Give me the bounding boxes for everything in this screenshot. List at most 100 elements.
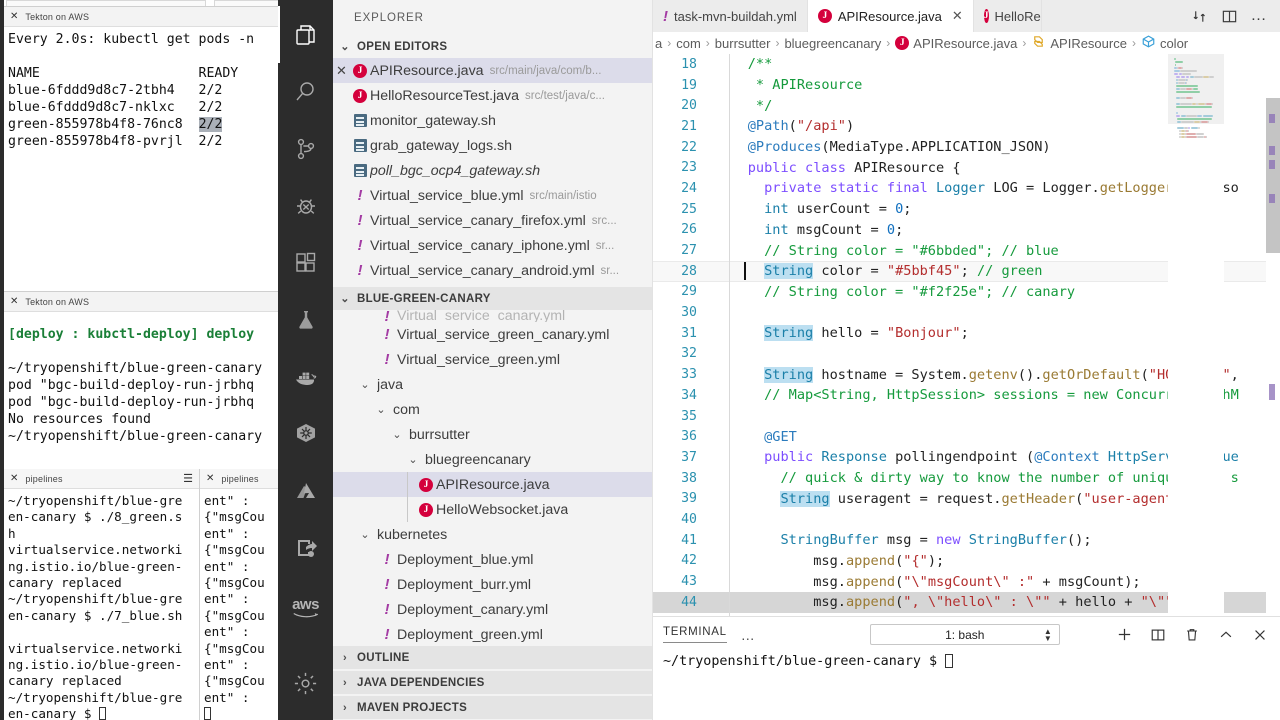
folder-name: com	[393, 401, 420, 418]
split-editor-icon[interactable]	[1216, 1, 1242, 31]
split-compare-icon[interactable]	[1186, 1, 1212, 31]
java-file-icon: J	[983, 9, 989, 23]
token: ;	[960, 263, 977, 280]
tree-item-vs-canary[interactable]: ! Virtual_service_canary.yml	[333, 310, 652, 322]
token: public	[764, 449, 814, 466]
minimap-line-segment	[1186, 82, 1187, 84]
code-editor[interactable]: 18 /** 19 * APIResource 20 */21 @Path("/ap…	[653, 54, 1280, 616]
section-open-editors[interactable]: ⌄ OPEN EDITORS	[333, 35, 652, 58]
tree-file-deployment-canary[interactable]: ! Deployment_canary.yml	[333, 597, 652, 622]
token: "\"msgCount\" :"	[903, 573, 1035, 590]
breadcrumb-item-1[interactable]: com	[676, 36, 701, 51]
kill-terminal-icon[interactable]	[1182, 625, 1202, 645]
file-name: APIResource.java	[370, 62, 484, 79]
terminal-output[interactable]: ~/tryopenshift/blue-green-canary $	[653, 652, 1280, 720]
terminal-window-pipelines-right[interactable]: ✕ pipelines ent" : {"msgCou ent" : {"msg…	[200, 469, 278, 720]
tab-terminal[interactable]: TERMINAL	[663, 626, 727, 643]
editor-scrollbar[interactable]	[1266, 54, 1280, 616]
test-beaker-icon[interactable]	[278, 291, 333, 348]
close-panel-icon[interactable]	[1250, 625, 1270, 645]
remote-explorer-icon[interactable]	[278, 519, 333, 576]
terminal-output: ~/tryopenshift/blue-gre en-canary $ ./8_…	[8, 493, 183, 720]
tree-file-deployment-blue[interactable]: ! Deployment_blue.yml	[333, 547, 652, 572]
tree-folder-kubernetes[interactable]: ⌄ kubernetes	[333, 522, 652, 547]
scrollbar-marker	[1269, 194, 1275, 203]
chevron-down-icon: ⌄	[360, 379, 370, 391]
tab-apiresource-java[interactable]: J APIResource.java ✕	[807, 0, 974, 32]
java-file-icon: J	[817, 9, 832, 23]
explorer-icon[interactable]	[278, 6, 333, 63]
azure-icon[interactable]	[278, 462, 333, 519]
tab-helloresource[interactable]: J HelloRe	[973, 0, 1042, 32]
tree-folder-com[interactable]: ⌄ com	[333, 397, 652, 422]
terminal-titlebar: ✕ pipelines	[200, 469, 278, 489]
close-icon[interactable]: ✕	[333, 63, 350, 79]
breadcrumb-item-6[interactable]: color	[1141, 34, 1188, 52]
close-icon[interactable]: ✕	[10, 473, 18, 484]
open-editor-vs-canary-android[interactable]: ! Virtual_service_canary_android.yml sr.…	[333, 258, 652, 283]
docker-icon[interactable]	[278, 348, 333, 405]
close-icon[interactable]: ✕	[206, 473, 214, 484]
minimap[interactable]	[1168, 54, 1224, 616]
line-number: 23	[681, 160, 697, 176]
search-icon[interactable]	[278, 63, 333, 120]
breadcrumb-item-2[interactable]: burrsutter	[715, 36, 771, 51]
kubernetes-icon[interactable]	[278, 405, 333, 462]
tab-task-mvn-buildah[interactable]: ! task-mvn-buildah.yml	[653, 0, 808, 32]
chevron-right-icon: ›	[775, 36, 780, 50]
open-editor-vs-canary-firefox[interactable]: ! Virtual_service_canary_firefox.yml src…	[333, 208, 652, 233]
open-editor-helloresourcetest[interactable]: J HelloResourceTest.java src/test/java/c…	[333, 83, 652, 108]
open-editor-apiresource[interactable]: ✕ J APIResource.java src/main/java/com/b…	[333, 58, 652, 83]
token: @Context	[1034, 449, 1100, 466]
new-terminal-icon[interactable]	[1114, 625, 1134, 645]
aws-icon[interactable]: aws	[278, 576, 333, 633]
tree-file-deployment-green[interactable]: ! Deployment_green.yml	[333, 622, 652, 646]
breadcrumb-item-5[interactable]: APIResource	[1031, 34, 1127, 52]
stepper-icon[interactable]: ▲ ▼	[1044, 627, 1052, 642]
gear-icon[interactable]	[278, 655, 333, 712]
token: append	[845, 552, 896, 569]
tree-item-vs-green-canary[interactable]: ! Virtual_service_green_canary.yml	[333, 322, 652, 347]
tree-file-deployment-burr[interactable]: ! Deployment_burr.yml	[333, 572, 652, 597]
tree-file-apiresource-java[interactable]: J APIResource.java	[333, 472, 652, 497]
section-maven-projects[interactable]: › MAVEN PROJECTS	[333, 696, 652, 719]
terminal-window-tekton-watch[interactable]: ✕ Tekton on AWS Every 2.0s: kubectl get …	[4, 6, 278, 283]
close-icon[interactable]: ✕	[10, 11, 18, 22]
minimap-line-segment	[1180, 103, 1192, 105]
close-icon[interactable]: ✕	[10, 296, 18, 307]
minimap-line-segment	[1197, 136, 1204, 138]
terminal-titlebar: ✕ pipelines ☰	[4, 469, 199, 489]
maximize-panel-icon[interactable]	[1216, 625, 1236, 645]
terminal-window-tekton-deploy[interactable]: ✕ Tekton on AWS [deploy : kubctl-deploy]…	[4, 291, 278, 465]
tree-folder-java[interactable]: ⌄ java	[333, 372, 652, 397]
more-actions-icon[interactable]: …	[1246, 1, 1272, 31]
close-icon[interactable]: ✕	[952, 8, 963, 24]
terminal-window-pipelines-left[interactable]: ✕ pipelines ☰ ~/tryopenshift/blue-gre en…	[4, 469, 200, 720]
open-editor-grab-gateway-logs[interactable]: grab_gateway_logs.sh	[333, 133, 652, 158]
open-editor-vs-canary-iphone[interactable]: ! Virtual_service_canary_iphone.yml sr..…	[333, 233, 652, 258]
section-java-dependencies[interactable]: › JAVA DEPENDENCIES	[333, 671, 652, 694]
tree-folder-bluegreencanary[interactable]: ⌄ bluegreencanary	[333, 447, 652, 472]
tree-item-vs-green[interactable]: ! Virtual_service_green.yml	[333, 347, 652, 372]
open-editor-monitor-gateway[interactable]: monitor_gateway.sh	[333, 108, 652, 133]
hamburger-menu-icon[interactable]: ☰	[183, 472, 193, 485]
run-debug-icon[interactable]	[278, 177, 333, 234]
tree-folder-burrsutter[interactable]: ⌄ burrsutter	[333, 422, 652, 447]
open-editor-vs-blue[interactable]: ! Virtual_service_blue.yml src/main/isti…	[333, 183, 652, 208]
source-control-icon[interactable]	[278, 120, 333, 177]
terminal-output: ent" : {"msgCou ent" : {"msgCou ent" : {…	[200, 489, 278, 720]
breadcrumb-item-4[interactable]: J APIResource.java	[895, 36, 1017, 51]
tree-file-hellowebsocket-java[interactable]: J HelloWebsocket.java	[333, 497, 652, 522]
extensions-icon[interactable]	[278, 234, 333, 291]
section-outline[interactable]: › OUTLINE	[333, 646, 652, 669]
minimap-line-segment	[1191, 127, 1198, 129]
terminal-selector[interactable]: 1: bash ▲ ▼	[869, 624, 1060, 645]
open-editor-poll-bgc-gateway[interactable]: poll_bgc_ocp4_gateway.sh	[333, 158, 652, 183]
file-name: grab_gateway_logs.sh	[370, 137, 512, 154]
section-blue-green-canary[interactable]: ⌄ BLUE-GREEN-CANARY	[333, 287, 652, 310]
panel-more-icon[interactable]: …	[741, 627, 756, 643]
breadcrumb-item-0[interactable]: a	[655, 36, 662, 51]
breadcrumb-item-3[interactable]: bluegreencanary	[784, 36, 881, 51]
split-terminal-icon[interactable]	[1148, 625, 1168, 645]
